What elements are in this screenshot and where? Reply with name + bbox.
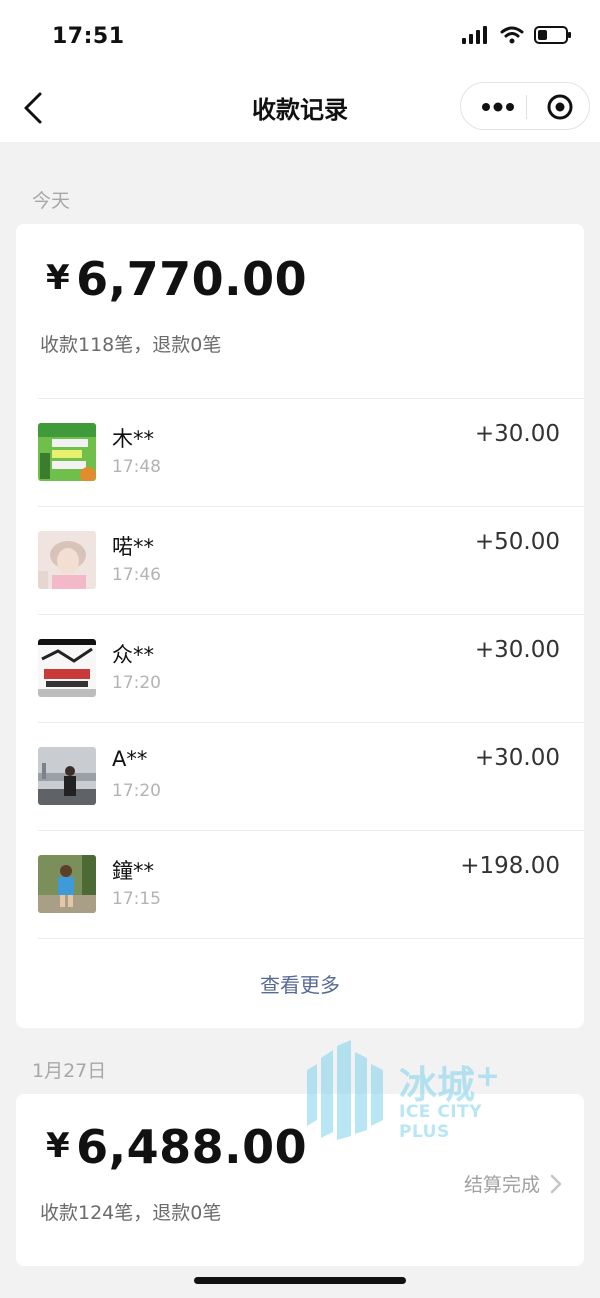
payer-name: 鐘** xyxy=(112,859,154,883)
today-summary: 收款118笔，退款0笔 xyxy=(40,334,222,356)
transaction-row[interactable]: 木** 17:48 +30.00 xyxy=(38,398,584,506)
settlement-status-label: 结算完成 xyxy=(463,1174,540,1196)
section-label-today: 今天 xyxy=(32,190,71,212)
watermark-cn: 冰城+ xyxy=(399,1059,501,1107)
watermark-en: ICE CITY PLUS xyxy=(399,1102,483,1142)
status-time: 17:51 xyxy=(52,24,125,49)
status-bar: 17:51 xyxy=(0,0,600,74)
wifi-icon xyxy=(500,26,524,44)
close-target-icon[interactable] xyxy=(546,93,574,121)
avatar xyxy=(38,747,96,805)
payment-time: 17:20 xyxy=(112,781,161,801)
ice-city-plus-watermark: 冰城+ ICE CITY PLUS xyxy=(303,1040,523,1142)
transaction-row[interactable]: 众** 17:20 +30.00 xyxy=(38,614,584,722)
payment-time: 17:20 xyxy=(112,673,161,693)
payment-amount: +30.00 xyxy=(474,421,560,447)
transaction-row[interactable]: 鐘** 17:15 +198.00 xyxy=(38,830,584,938)
payment-amount: +30.00 xyxy=(474,637,560,663)
ice-city-logo-icon xyxy=(307,1040,383,1140)
today-total: ¥6,770.00 xyxy=(46,252,307,306)
jan27-summary: 收款124笔，退款0笔 xyxy=(40,1202,222,1224)
settlement-status[interactable]: 结算完成 xyxy=(464,1170,562,1197)
avatar xyxy=(38,639,96,697)
jan27-total-value: 6,488.00 xyxy=(76,1120,308,1174)
today-card: ¥6,770.00 收款118笔，退款0笔 木** 17:48 +30.00 喏… xyxy=(16,224,584,1028)
nav-bar: 收款记录 xyxy=(0,74,600,142)
currency-symbol: ¥ xyxy=(46,1126,71,1166)
chevron-right-icon xyxy=(550,1174,562,1193)
payer-name: A** xyxy=(112,747,148,771)
capsule-divider xyxy=(526,95,527,119)
avatar xyxy=(38,855,96,913)
payment-amount: +198.00 xyxy=(460,853,560,879)
payment-time: 17:15 xyxy=(112,889,161,909)
home-indicator xyxy=(194,1277,406,1284)
transaction-row[interactable]: 喏** 17:46 +50.00 xyxy=(38,506,584,614)
status-icons xyxy=(462,26,572,44)
payer-name: 众** xyxy=(112,643,154,667)
more-dots-icon[interactable] xyxy=(481,97,515,117)
payer-name: 木** xyxy=(112,427,154,451)
payment-time: 17:46 xyxy=(112,565,161,585)
view-more-row: 查看更多 xyxy=(38,938,584,1029)
battery-icon xyxy=(534,26,571,44)
section-label-date: 1月27日 xyxy=(32,1060,107,1082)
mini-program-capsule xyxy=(460,82,590,130)
view-more-link[interactable]: 查看更多 xyxy=(16,969,584,998)
payment-amount: +30.00 xyxy=(474,745,560,771)
transaction-row[interactable]: A** 17:20 +30.00 xyxy=(38,722,584,830)
payment-amount: +50.00 xyxy=(474,529,560,555)
avatar xyxy=(38,423,96,481)
today-total-value: 6,770.00 xyxy=(76,252,308,306)
payment-time: 17:48 xyxy=(112,457,161,477)
signal-icon xyxy=(462,26,487,44)
payer-name: 喏** xyxy=(112,535,154,559)
transaction-list: 木** 17:48 +30.00 喏** 17:46 +50.00 众** 17… xyxy=(16,398,584,1029)
avatar xyxy=(38,531,96,589)
currency-symbol: ¥ xyxy=(46,258,71,298)
jan27-total: ¥6,488.00 xyxy=(46,1120,307,1174)
